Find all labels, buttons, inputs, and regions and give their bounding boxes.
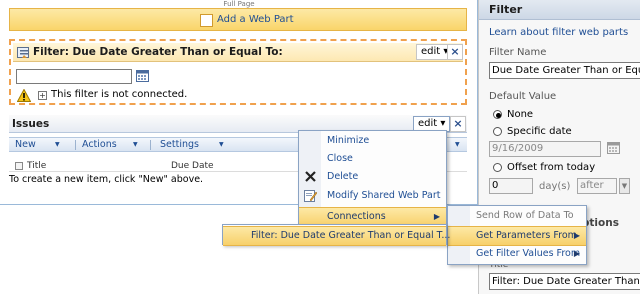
learn-about-filters-link[interactable]: Learn about filter web parts bbox=[489, 26, 628, 39]
filter-name-input[interactable]: Due Date Greater Than or Equ bbox=[489, 62, 640, 79]
submenu-arrow-icon: ▶ bbox=[573, 249, 580, 258]
chevron-down-icon[interactable]: ▼ bbox=[619, 178, 630, 194]
edit-webpart-icon bbox=[304, 189, 318, 202]
connections-submenu: Send Row of Data To Get Parameters From … bbox=[447, 205, 587, 265]
menu-item-send-row-of-data-to: Send Row of Data To bbox=[476, 210, 574, 221]
radio-specific-date-label: Specific date bbox=[507, 126, 572, 137]
empty-list-message: To create a new item, click "New" above. bbox=[9, 174, 204, 185]
filter-status-text: This filter is not connected. bbox=[51, 89, 188, 100]
add-web-part-button[interactable]: Add a Web Part bbox=[200, 13, 294, 27]
tool-pane-title: Filter bbox=[489, 3, 523, 16]
specific-date-input[interactable]: 9/16/2009 bbox=[489, 141, 601, 157]
webpart-edit-menu: Minimize Close Delete Modify Shared Web … bbox=[298, 130, 447, 227]
title-input[interactable]: Filter: Due Date Greater Than bbox=[489, 273, 640, 290]
settings-menu-button[interactable]: Settings bbox=[160, 139, 199, 151]
new-menu-button[interactable]: New bbox=[15, 139, 36, 151]
add-web-part-label: Add a Web Part bbox=[217, 14, 294, 25]
submenu-arrow-icon: ▶ bbox=[433, 212, 440, 221]
filter-close-button[interactable]: × bbox=[447, 44, 463, 60]
attachment-column-icon bbox=[15, 162, 23, 170]
menu-item-filter-due-date[interactable]: Filter: Due Date Greater Than or Equal T… bbox=[223, 226, 450, 246]
warning-icon bbox=[16, 88, 32, 102]
column-header-title[interactable]: Title bbox=[27, 160, 46, 172]
radio-offset-label: Offset from today bbox=[507, 162, 596, 173]
view-dropdown-icon[interactable]: ▼ bbox=[455, 139, 460, 151]
issues-web-part-title: Issues bbox=[12, 118, 50, 130]
default-value-label: Default Value bbox=[489, 91, 557, 102]
toolbar-separator bbox=[150, 140, 151, 150]
filter-date-input[interactable] bbox=[16, 69, 132, 84]
menu-item-modify-shared-web-part[interactable]: Modify Shared Web Part bbox=[299, 187, 446, 205]
filter-name-label: Filter Name bbox=[489, 47, 547, 58]
offset-days-input[interactable]: 0 bbox=[489, 178, 533, 194]
filter-web-part: Filter: Due Date Greater Than or Equal T… bbox=[9, 39, 467, 105]
column-header-due-date[interactable]: Due Date bbox=[171, 160, 214, 172]
tool-pane-header: Filter bbox=[479, 0, 640, 20]
menu-item-close[interactable]: Close bbox=[299, 150, 446, 168]
calendar-icon[interactable] bbox=[607, 142, 620, 154]
issues-close-button[interactable]: × bbox=[450, 116, 466, 132]
submenu-arrow-icon: ▶ bbox=[573, 231, 580, 240]
add-web-part-icon bbox=[200, 14, 213, 27]
delete-x-icon bbox=[304, 170, 317, 183]
filter-title-bar: Filter: Due Date Greater Than or Equal T… bbox=[13, 43, 463, 62]
menu-item-get-filter-values-from[interactable]: Get Filter Values From ▶ bbox=[448, 245, 586, 263]
parameters-submenu: Filter: Due Date Greater Than or Equal T… bbox=[222, 224, 450, 246]
zone-caption: Full Page bbox=[223, 0, 255, 8]
actions-menu-button[interactable]: Actions bbox=[82, 139, 117, 151]
radio-none-label: None bbox=[507, 109, 534, 120]
days-label: day(s) bbox=[539, 181, 571, 192]
actions-dropdown-icon[interactable]: ▼ bbox=[133, 139, 138, 151]
filter-webpart-icon bbox=[17, 47, 29, 58]
filter-web-part-title: Filter: Due Date Greater Than or Equal T… bbox=[33, 46, 283, 58]
radio-offset[interactable] bbox=[493, 163, 502, 172]
settings-dropdown-icon[interactable]: ▼ bbox=[219, 139, 224, 151]
radio-none[interactable] bbox=[493, 110, 502, 119]
menu-item-minimize[interactable]: Minimize bbox=[299, 132, 446, 150]
expand-icon[interactable]: + bbox=[38, 91, 47, 100]
before-after-select[interactable]: after bbox=[577, 178, 617, 194]
radio-specific-date[interactable] bbox=[493, 127, 502, 136]
new-dropdown-icon[interactable]: ▼ bbox=[55, 139, 60, 151]
menu-item-get-parameters-from[interactable]: Get Parameters From ▶ bbox=[448, 226, 586, 246]
menu-item-delete[interactable]: Delete bbox=[299, 168, 446, 186]
add-web-part-bar[interactable]: Add a Web Part bbox=[9, 8, 467, 31]
toolbar-separator bbox=[75, 140, 76, 150]
calendar-icon[interactable] bbox=[136, 70, 149, 82]
